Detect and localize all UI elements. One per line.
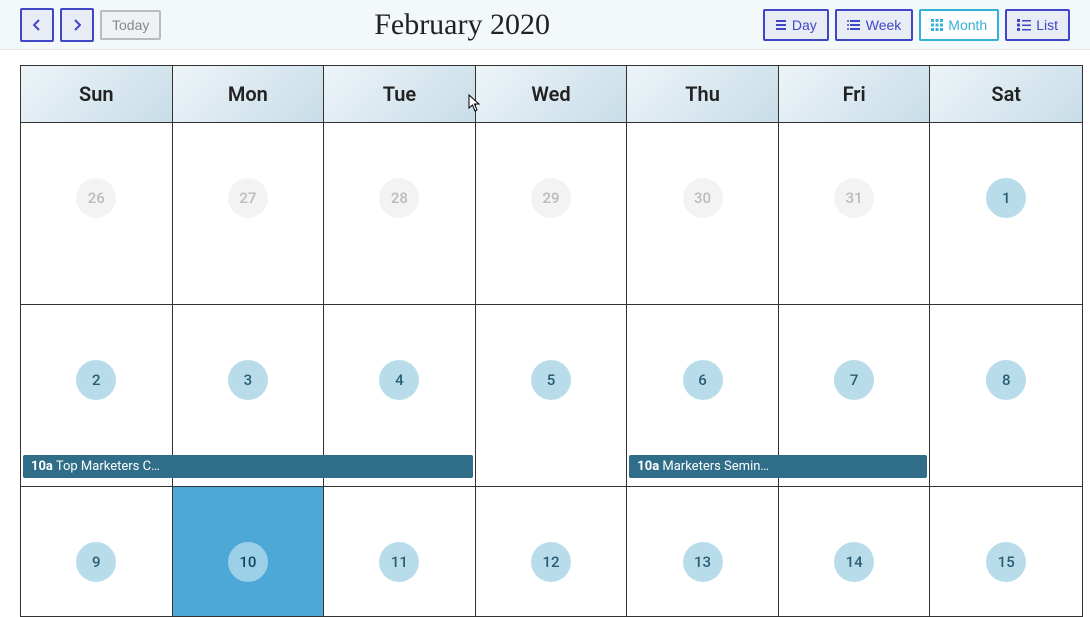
event-time: 10a	[637, 459, 659, 474]
day-number: 13	[683, 542, 723, 582]
day-number: 11	[379, 542, 419, 582]
day-cell[interactable]: 9IT Seminar	[21, 487, 173, 617]
day-number: 9	[76, 542, 116, 582]
day-cell[interactable]: 12	[476, 487, 628, 617]
day-number: 28	[379, 178, 419, 218]
day-header-tue: Tue	[324, 66, 476, 122]
day-number: 15	[986, 542, 1026, 582]
day-number: 8	[986, 360, 1026, 400]
events-layer: 10a Top Marketers Conference	[21, 453, 172, 486]
day-number: 10	[228, 542, 268, 582]
month-grid: 2627282930311210a Top Marketers Conferen…	[21, 123, 1082, 617]
view-week-button[interactable]: Week	[835, 9, 914, 41]
month-view-icon	[931, 19, 943, 31]
day-number: 31	[834, 178, 874, 218]
week-view-icon	[847, 19, 861, 31]
event-title: Marketers Seminar	[662, 459, 772, 474]
day-cell[interactable]: 26	[21, 123, 173, 305]
day-cell[interactable]: 2 10a Top Marketers Conference	[21, 305, 173, 487]
day-cell[interactable]: 1	[930, 123, 1082, 305]
day-number: 6	[683, 360, 723, 400]
event-title: Top Marketers Conference	[56, 459, 173, 474]
day-number: 1	[986, 178, 1026, 218]
day-cell[interactable]: 14	[779, 487, 931, 617]
calendar-event[interactable]	[172, 455, 325, 478]
day-number: 14	[834, 542, 874, 582]
day-number: 27	[228, 178, 268, 218]
events-layer	[324, 453, 475, 486]
view-label: Week	[866, 17, 902, 33]
day-header-mon: Mon	[173, 66, 325, 122]
event-time: 10a	[31, 459, 53, 474]
view-list-button[interactable]: List	[1005, 9, 1070, 41]
calendar-body: SunMonTueWedThuFriSat 2627282930311210a …	[20, 65, 1083, 616]
calendar-event[interactable]: 10a Marketers Seminar	[629, 455, 779, 478]
day-cell[interactable]: 3	[173, 305, 325, 487]
day-header-thu: Thu	[627, 66, 779, 122]
day-header-fri: Fri	[779, 66, 931, 122]
day-number: 3	[228, 360, 268, 400]
day-number: 29	[531, 178, 571, 218]
day-number: 7	[834, 360, 874, 400]
day-cell[interactable]: 30	[627, 123, 779, 305]
day-cell[interactable]: 6 10a Marketers Seminar	[627, 305, 779, 487]
events-layer	[173, 453, 324, 486]
day-cell[interactable]: 28	[324, 123, 476, 305]
calendar-event[interactable]	[323, 455, 473, 478]
calendar-event[interactable]: 10a Top Marketers Conference	[23, 455, 173, 478]
day-cell[interactable]: 15	[930, 487, 1082, 617]
prev-button[interactable]	[20, 8, 54, 42]
day-cell[interactable]: 4	[324, 305, 476, 487]
view-label: Month	[948, 17, 987, 33]
view-label: List	[1036, 17, 1058, 33]
day-cell[interactable]: 10	[173, 487, 325, 617]
day-number: 4	[379, 360, 419, 400]
day-cell[interactable]: 7	[779, 305, 931, 487]
view-month-button[interactable]: Month	[919, 9, 999, 41]
calendar-toolbar: Today February 2020 Day Week Month List	[0, 0, 1090, 50]
day-cell[interactable]: 29	[476, 123, 628, 305]
day-headers-row: SunMonTueWedThuFriSat	[20, 65, 1083, 122]
chevron-left-icon	[33, 19, 41, 31]
day-cell[interactable]: 8	[930, 305, 1082, 487]
nav-group: Today	[20, 8, 161, 42]
view-day-button[interactable]: Day	[763, 9, 829, 41]
day-view-icon	[775, 19, 787, 31]
calendar-title: February 2020	[161, 8, 762, 42]
view-switcher: Day Week Month List	[763, 9, 1070, 41]
day-header-sat: Sat	[930, 66, 1082, 122]
day-cell[interactable]: 27	[173, 123, 325, 305]
day-number: 26	[76, 178, 116, 218]
list-view-icon	[1017, 19, 1031, 31]
day-number: 2	[76, 360, 116, 400]
day-cell[interactable]: 31	[779, 123, 931, 305]
day-header-sun: Sun	[21, 66, 173, 122]
day-number: 12	[531, 542, 571, 582]
calendar-event[interactable]	[778, 455, 928, 478]
today-button[interactable]: Today	[100, 10, 161, 40]
day-number: 30	[683, 178, 723, 218]
day-header-wed: Wed	[476, 66, 628, 122]
view-label: Day	[792, 17, 817, 33]
events-layer	[779, 453, 930, 486]
day-cell[interactable]: 1110a Digital Marketers Conference	[324, 487, 476, 617]
day-cell[interactable]: 5	[476, 305, 628, 487]
day-cell[interactable]: 13	[627, 487, 779, 617]
chevron-right-icon	[73, 19, 81, 31]
month-grid-scroll[interactable]: 2627282930311210a Top Marketers Conferen…	[20, 122, 1083, 617]
next-button[interactable]	[60, 8, 94, 42]
day-number: 5	[531, 360, 571, 400]
events-layer: 10a Marketers Seminar	[627, 453, 778, 486]
